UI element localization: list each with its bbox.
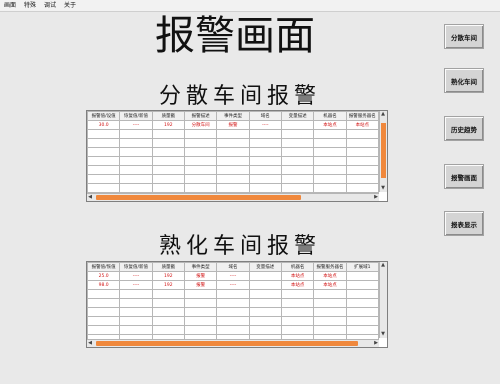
column-header[interactable]: 事件类型 — [216, 111, 250, 121]
menu-item-about[interactable]: 关于 — [60, 0, 80, 11]
cell: 30.0 — [86, 120, 121, 130]
cooked-alarm-table[interactable]: 报警值/恢值 恢复值/新值 质量戳 事件类型 域名 变量描述 机器名 报警服务器… — [86, 261, 388, 348]
column-header[interactable]: 机器名 — [280, 262, 315, 272]
cell: 本站点 — [280, 280, 315, 290]
cell: 本站点 — [313, 280, 347, 290]
cell: 报警 — [183, 280, 218, 290]
cell — [248, 271, 282, 281]
cell: 报警 — [216, 120, 250, 130]
table-row[interactable] — [86, 147, 380, 157]
table-row[interactable]: 30.0 ---- 192 分散车间 报警 ---- 本站点 本站点 — [86, 120, 380, 130]
column-header[interactable]: 报警描述 — [183, 111, 218, 121]
column-header[interactable]: 报警值/恢值 — [86, 262, 121, 272]
table-row[interactable]: 25.0 ---- 192 报警 ---- 本站点 本站点 — [86, 271, 380, 281]
vertical-scroll-thumb[interactable] — [381, 123, 386, 178]
page-title: 报警画面 — [155, 13, 315, 59]
table-row[interactable] — [86, 156, 380, 166]
column-header[interactable]: 事件类型 — [183, 262, 218, 272]
table-header-row: 报警值/设值 恢复值/新值 质量戳 报警描述 事件类型 域名 变量描述 机器名 … — [86, 111, 380, 121]
column-header[interactable]: 域名 — [216, 262, 250, 272]
column-header[interactable]: 质量戳 — [151, 111, 185, 121]
table-row[interactable] — [86, 325, 380, 335]
cell — [280, 120, 315, 130]
cell: 报警 — [183, 271, 218, 281]
dispersed-section-title: 分散车间报警 — [158, 84, 321, 109]
alarm-screen-button[interactable]: 报警画面 — [444, 164, 484, 189]
menu-item-special[interactable]: 特殊 — [20, 0, 40, 11]
cell: 192 — [151, 280, 185, 290]
table-header-row: 报警值/恢值 恢复值/新值 质量戳 事件类型 域名 变量描述 机器名 报警服务器… — [86, 262, 380, 272]
table-row[interactable] — [86, 138, 380, 148]
table-row[interactable] — [86, 165, 380, 175]
horizontal-scrollbar[interactable]: ◀ ▶ — [87, 193, 379, 201]
scroll-down-icon[interactable]: ▼ — [380, 331, 386, 338]
column-header[interactable]: 报警服务器名 — [345, 111, 380, 121]
vertical-scrollbar[interactable]: ▲ ▼ — [379, 262, 387, 338]
cell: 192 — [151, 271, 185, 281]
scroll-left-icon[interactable]: ◀ — [87, 194, 93, 201]
cell: ---- — [248, 120, 282, 130]
cell: 分散车间 — [183, 120, 218, 130]
cell: 本站点 — [313, 120, 347, 130]
table-row[interactable]: 98.0 ---- 192 报警 ---- 本站点 本站点 — [86, 280, 380, 290]
scroll-right-icon[interactable]: ▶ — [373, 194, 379, 201]
column-header[interactable]: 质量戳 — [151, 262, 185, 272]
scroll-right-icon[interactable]: ▶ — [373, 340, 379, 347]
report-display-button[interactable]: 报表显示 — [444, 211, 484, 236]
column-header[interactable]: 机器名 — [313, 111, 347, 121]
table-row[interactable] — [86, 298, 380, 308]
column-header[interactable]: 变量描述 — [280, 111, 315, 121]
column-header[interactable]: 恢复值/新值 — [119, 262, 153, 272]
horizontal-scroll-thumb[interactable] — [96, 195, 301, 200]
column-header[interactable]: 变量描述 — [248, 262, 282, 272]
history-trend-button[interactable]: 历史趋势 — [444, 116, 484, 141]
cell — [248, 280, 282, 290]
column-header[interactable]: 报警服务器名 — [313, 262, 347, 272]
column-header[interactable]: 报警值/设值 — [86, 111, 121, 121]
horizontal-scrollbar[interactable]: ◀ ▶ — [87, 339, 379, 347]
column-header[interactable]: 扩展域1 — [345, 262, 380, 272]
vertical-scrollbar[interactable]: ▲ ▼ — [379, 111, 387, 192]
table-row[interactable] — [86, 174, 380, 184]
cooked-workshop-button[interactable]: 熟化车间 — [444, 68, 484, 93]
cooked-alarm-grid: 报警值/恢值 恢复值/新值 质量戳 事件类型 域名 变量描述 机器名 报警服务器… — [86, 262, 380, 344]
dispersed-alarm-table[interactable]: 报警值/设值 恢复值/新值 质量戳 报警描述 事件类型 域名 变量描述 机器名 … — [86, 110, 388, 202]
cell — [345, 271, 380, 281]
dispersed-alarm-grid: 报警值/设值 恢复值/新值 质量戳 报警描述 事件类型 域名 变量描述 机器名 … — [86, 111, 380, 193]
dispersed-workshop-button[interactable]: 分散车间 — [444, 24, 484, 49]
menu-item-debug[interactable]: 调试 — [40, 0, 60, 11]
scroll-up-icon[interactable]: ▲ — [380, 111, 386, 118]
table-row[interactable] — [86, 307, 380, 317]
table-row[interactable] — [86, 289, 380, 299]
cell: 25.0 — [86, 271, 121, 281]
scroll-down-icon[interactable]: ▼ — [380, 185, 386, 192]
scroll-up-icon[interactable]: ▲ — [380, 262, 386, 269]
menu-item-screen[interactable]: 画面 — [0, 0, 20, 11]
cell: ---- — [119, 120, 153, 130]
cell: 本站点 — [313, 271, 347, 281]
horizontal-scroll-thumb[interactable] — [96, 341, 358, 346]
table-row[interactable] — [86, 183, 380, 193]
table-row[interactable] — [86, 129, 380, 139]
cell: 本站点 — [280, 271, 315, 281]
cell: ---- — [119, 280, 153, 290]
table-row[interactable] — [86, 316, 380, 326]
cell: ---- — [119, 271, 153, 281]
cell — [345, 280, 380, 290]
column-header[interactable]: 域名 — [248, 111, 282, 121]
cell: 98.0 — [86, 280, 121, 290]
column-header[interactable]: 恢复值/新值 — [119, 111, 153, 121]
cell: ---- — [216, 280, 250, 290]
scroll-left-icon[interactable]: ◀ — [87, 340, 93, 347]
menu-bar: 画面 特殊 调试 关于 — [0, 0, 500, 12]
cell: ---- — [216, 271, 250, 281]
cooked-section-title: 熟化车间报警 — [158, 234, 321, 259]
cell: 192 — [151, 120, 185, 130]
cell: 本站点 — [345, 120, 380, 130]
